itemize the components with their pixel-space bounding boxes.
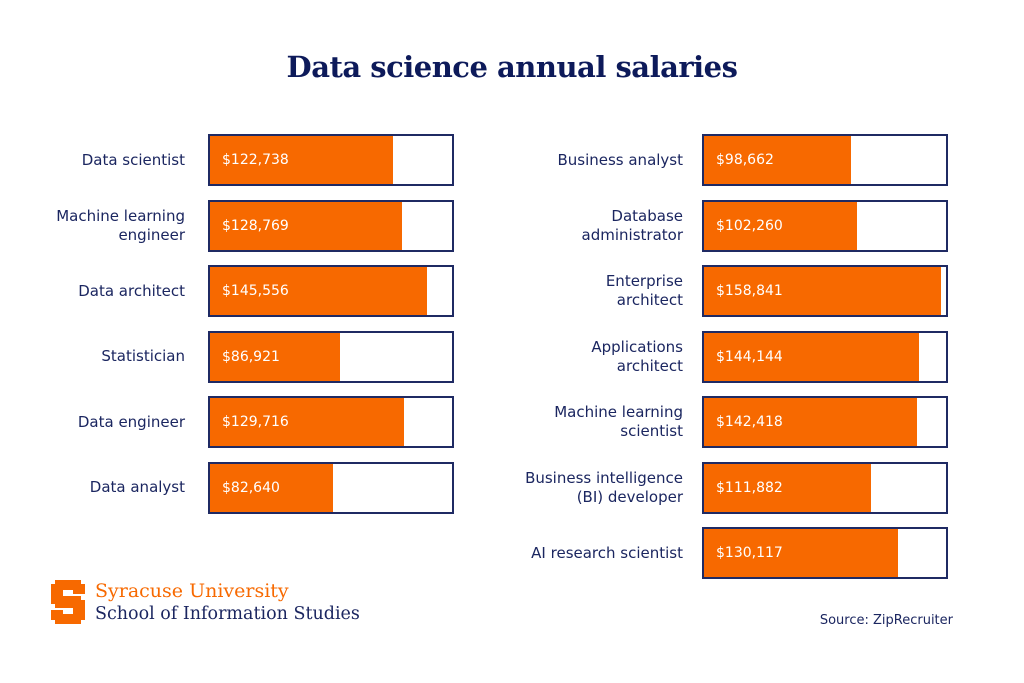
category-label-line: Machine learning bbox=[554, 403, 683, 421]
category-label: Applications architect bbox=[483, 331, 683, 383]
category-label: Business intelligence (BI) developer bbox=[483, 462, 683, 514]
value-label: $98,662 bbox=[716, 152, 774, 168]
category-label-line: Enterprise bbox=[605, 272, 683, 290]
category-label-line: Data analyst bbox=[89, 478, 185, 496]
value-label: $128,769 bbox=[222, 217, 289, 234]
value-label: $142,418 bbox=[716, 414, 783, 430]
category-label-line: scientist bbox=[620, 422, 683, 440]
value-label: $122,738 bbox=[222, 152, 289, 168]
category-label-line: Applications bbox=[591, 337, 683, 356]
category-label-line: Data scientist bbox=[81, 150, 185, 169]
bar-track: $128,769 bbox=[208, 199, 454, 252]
category-label-line: administrator bbox=[581, 225, 683, 244]
bar-track: $111,882 bbox=[702, 461, 948, 514]
category-label-line: Business intelligence bbox=[525, 468, 683, 487]
bar-track: $144,144 bbox=[702, 330, 948, 383]
bar-track: $158,841 bbox=[702, 265, 948, 317]
category-label: Machine learning scientist bbox=[483, 396, 683, 448]
value-label: $129,716 bbox=[222, 414, 289, 430]
category-label-line: architect bbox=[616, 356, 683, 375]
category-label: Data architect bbox=[0, 265, 185, 317]
value-label: $144,144 bbox=[716, 348, 783, 365]
value-label: $102,260 bbox=[716, 217, 783, 234]
bar-track: $86,921 bbox=[208, 330, 454, 383]
syracuse-s-logo-icon bbox=[51, 580, 85, 624]
category-label-line: (BI) developer bbox=[576, 487, 683, 506]
bar-track: $142,418 bbox=[702, 396, 948, 448]
bar-track: $82,640 bbox=[208, 461, 454, 514]
source-note: Source: ZipRecruiter bbox=[819, 613, 953, 628]
category-label-line: Data engineer bbox=[77, 412, 185, 431]
category-label-line: engineer bbox=[118, 225, 185, 244]
category-label-line: Business analyst bbox=[557, 150, 683, 169]
category-label: Database administrator bbox=[483, 200, 683, 252]
value-label: $145,556 bbox=[222, 283, 289, 299]
org-name: Syracuse University bbox=[95, 580, 289, 602]
value-label: $111,882 bbox=[716, 479, 783, 496]
category-label: Data scientist bbox=[0, 134, 185, 186]
value-label: $86,921 bbox=[222, 348, 280, 365]
category-label: AI research scientist bbox=[483, 527, 683, 579]
category-label: Enterprise architect bbox=[483, 265, 683, 317]
category-label-line: Database bbox=[611, 206, 683, 225]
bar-track: $102,260 bbox=[702, 199, 948, 252]
category-label-line: Machine learning bbox=[56, 206, 185, 225]
bar-track: $145,556 bbox=[208, 265, 454, 317]
value-label: $82,640 bbox=[222, 479, 280, 496]
category-label-line: Statistician bbox=[101, 347, 185, 365]
bar-track: $122,738 bbox=[208, 134, 454, 186]
category-label: Statistician bbox=[0, 331, 185, 383]
category-label: Machine learning engineer bbox=[0, 200, 185, 252]
chart-title: Data science annual salaries bbox=[286, 50, 738, 84]
category-label: Business analyst bbox=[483, 134, 683, 186]
category-label: Data analyst bbox=[0, 462, 185, 514]
category-label: Data engineer bbox=[0, 396, 185, 448]
value-label: $130,117 bbox=[716, 545, 783, 561]
school-name: School of Information Studies bbox=[95, 604, 360, 624]
category-label-line: Data architect bbox=[78, 281, 185, 300]
bar-track: $98,662 bbox=[702, 134, 948, 186]
value-label: $158,841 bbox=[716, 283, 783, 299]
bar-track: $129,716 bbox=[208, 396, 454, 448]
category-label-line: architect bbox=[616, 291, 683, 309]
bar-track: $130,117 bbox=[702, 527, 948, 579]
category-label-line: AI research scientist bbox=[531, 543, 683, 562]
